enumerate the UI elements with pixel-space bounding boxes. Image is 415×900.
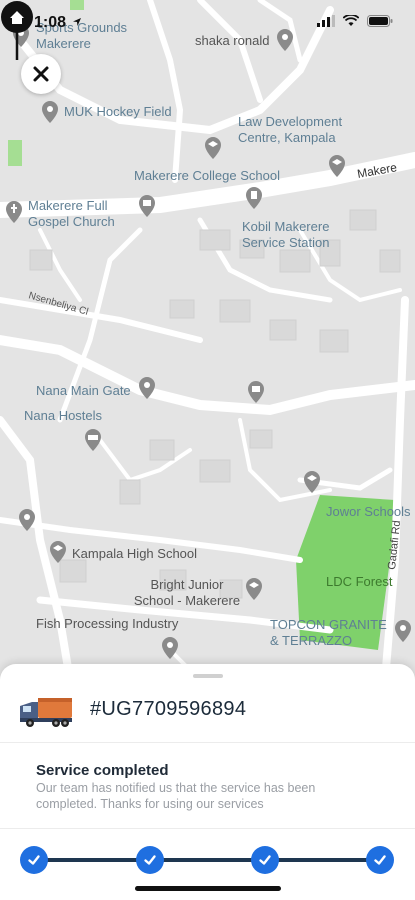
divider (0, 828, 415, 829)
school-icon[interactable] (244, 577, 264, 601)
poi-label-nana-main-gate: Nana Main Gate (36, 383, 131, 398)
tracking-number: #UG7709596894 (90, 698, 247, 720)
poi-label-jowor-schools: Jowor Schools (326, 504, 411, 519)
school-icon[interactable] (203, 136, 223, 160)
home-indicator[interactable] (135, 886, 281, 891)
poi-label-nana-hostels: Nana Hostels (24, 408, 103, 423)
school-icon[interactable] (327, 154, 347, 178)
service-progress-tracker (20, 846, 396, 874)
poi-label-kampala-high: Kampala High School (72, 546, 198, 561)
poi-label-makerere-college: Makerere College School (134, 168, 280, 183)
poi-label-muk-hockey: MUK Hockey Field (64, 104, 172, 119)
poi-label-bright-junior: Bright Junior School - Makerere (133, 577, 241, 608)
school-icon[interactable] (246, 380, 266, 404)
map-pin-icon[interactable] (393, 619, 413, 643)
poi-label-fish-processing: Fish Processing Industry (36, 616, 179, 631)
order-details-sheet[interactable]: #UG7709596894 Service completed Our team… (0, 664, 415, 900)
poi-label-full-gospel: Makerere Full Gospel Church (28, 198, 115, 229)
hotel-icon[interactable] (83, 428, 103, 452)
checkmark-icon (374, 855, 386, 865)
poi-label-ldc-forest: LDC Forest (326, 574, 393, 589)
map-pin-icon[interactable] (137, 376, 157, 400)
map-view[interactable]: Nsenbeliya Cl Makere Gadafi Rd Sports Gr… (0, 0, 415, 680)
close-button[interactable] (21, 54, 61, 94)
poi-label-law-development: Law Development Centre, Kampala (238, 114, 343, 145)
poi-label-kobil: Kobil Makerere Service Station (242, 219, 330, 250)
battery-icon (367, 15, 393, 27)
map-pin-icon[interactable] (17, 508, 37, 532)
checkmark-icon (28, 855, 40, 865)
church-icon[interactable] (137, 194, 157, 218)
status-description: Our team has notified us that the servic… (36, 781, 316, 811)
fuel-station-icon[interactable] (244, 186, 264, 210)
map-pin-icon[interactable] (40, 100, 60, 124)
cellular-signal-icon (317, 15, 335, 27)
checkmark-icon (144, 855, 156, 865)
status-bar: 1:08 (0, 0, 415, 44)
progress-step-4 (366, 846, 394, 874)
location-arrow-icon (73, 18, 81, 26)
wifi-icon (343, 15, 359, 26)
sheet-drag-handle[interactable] (193, 674, 223, 678)
garbage-truck-icon (20, 698, 72, 727)
progress-step-2 (136, 846, 164, 874)
school-icon[interactable] (302, 470, 322, 494)
church-icon[interactable] (4, 200, 24, 224)
status-title: Service completed (36, 762, 169, 779)
map-pin-icon[interactable] (160, 636, 180, 660)
divider (0, 742, 415, 743)
progress-step-1 (20, 846, 48, 874)
close-icon (33, 66, 49, 82)
poi-label-topcon: TOPCON GRANITE & TERRAZZO (270, 617, 387, 648)
status-time: 1:08 (34, 14, 67, 31)
checkmark-icon (259, 855, 271, 865)
progress-step-3 (251, 846, 279, 874)
school-icon[interactable] (48, 540, 68, 564)
progress-track (34, 858, 380, 862)
